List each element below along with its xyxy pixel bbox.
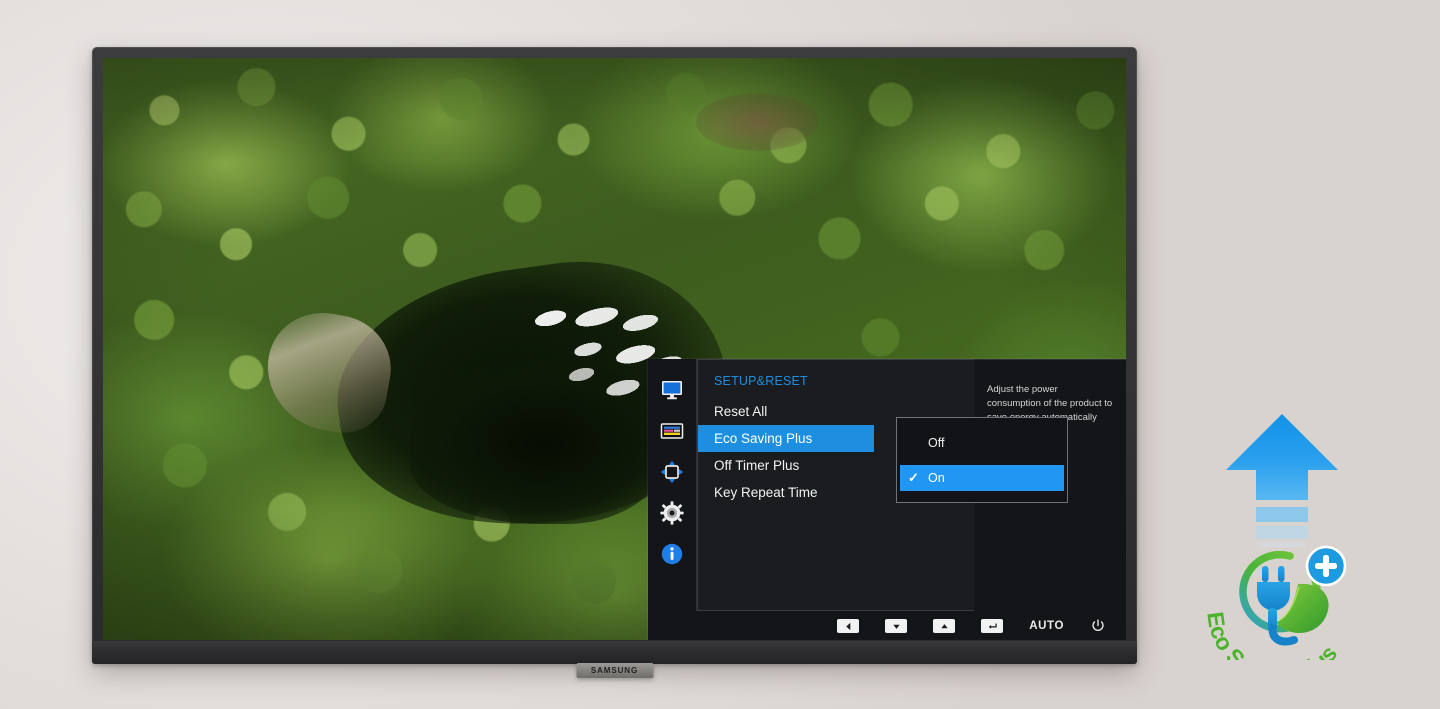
back-left-button[interactable] [837, 619, 860, 633]
samsung-monitor: Aerial view of a dense tropical rainfore… [92, 47, 1137, 678]
dropdown-option-on-label: On [928, 471, 945, 485]
auto-button[interactable]: AUTO [1029, 620, 1064, 632]
picture-color-icon[interactable] [660, 419, 684, 443]
power-button[interactable] [1090, 618, 1106, 634]
menu-item-eco-saving-plus[interactable]: Eco Saving Plus [698, 425, 874, 452]
eco-saving-plus-dropdown: Off ✓ On [896, 417, 1068, 503]
osd-control-bar: AUTO [648, 611, 1126, 640]
dropdown-option-off[interactable]: Off [900, 430, 1064, 456]
monitor-screen: Aerial view of a dense tropical rainfore… [103, 58, 1126, 640]
page-root: Aerial view of a dense tropical rainfore… [0, 0, 1440, 709]
eco-saving-plus-badge: Eco Saving Plus [1202, 540, 1377, 689]
osd-icon-rail [648, 359, 697, 611]
osd-body: SETUP&RESET Reset All Eco Saving Plus Of… [648, 359, 1126, 611]
up-button[interactable] [933, 619, 956, 633]
brand-logo-text: SAMSUNG [590, 666, 639, 675]
settings-gear-icon[interactable] [660, 501, 684, 525]
upward-arrow-icon [1222, 412, 1342, 551]
information-icon[interactable] [660, 542, 684, 566]
monitor-bottom-bezel [92, 641, 1137, 664]
osd-menu: SETUP&RESET Reset All Eco Saving Plus Of… [648, 359, 1126, 640]
monitor-icon[interactable] [660, 378, 684, 402]
down-button[interactable] [885, 619, 908, 633]
samsung-brand-logo: SAMSUNG [576, 663, 653, 678]
dropdown-option-on[interactable]: ✓ On [900, 465, 1064, 491]
enter-button[interactable] [981, 619, 1004, 633]
checkmark-icon: ✓ [908, 470, 919, 485]
position-size-icon[interactable] [660, 460, 684, 484]
osd-menu-list: SETUP&RESET Reset All Eco Saving Plus Of… [697, 359, 1068, 611]
eco-saving-plus-graphic: Eco Saving Plus [1192, 412, 1392, 689]
osd-section-title: SETUP&RESET [714, 374, 808, 388]
